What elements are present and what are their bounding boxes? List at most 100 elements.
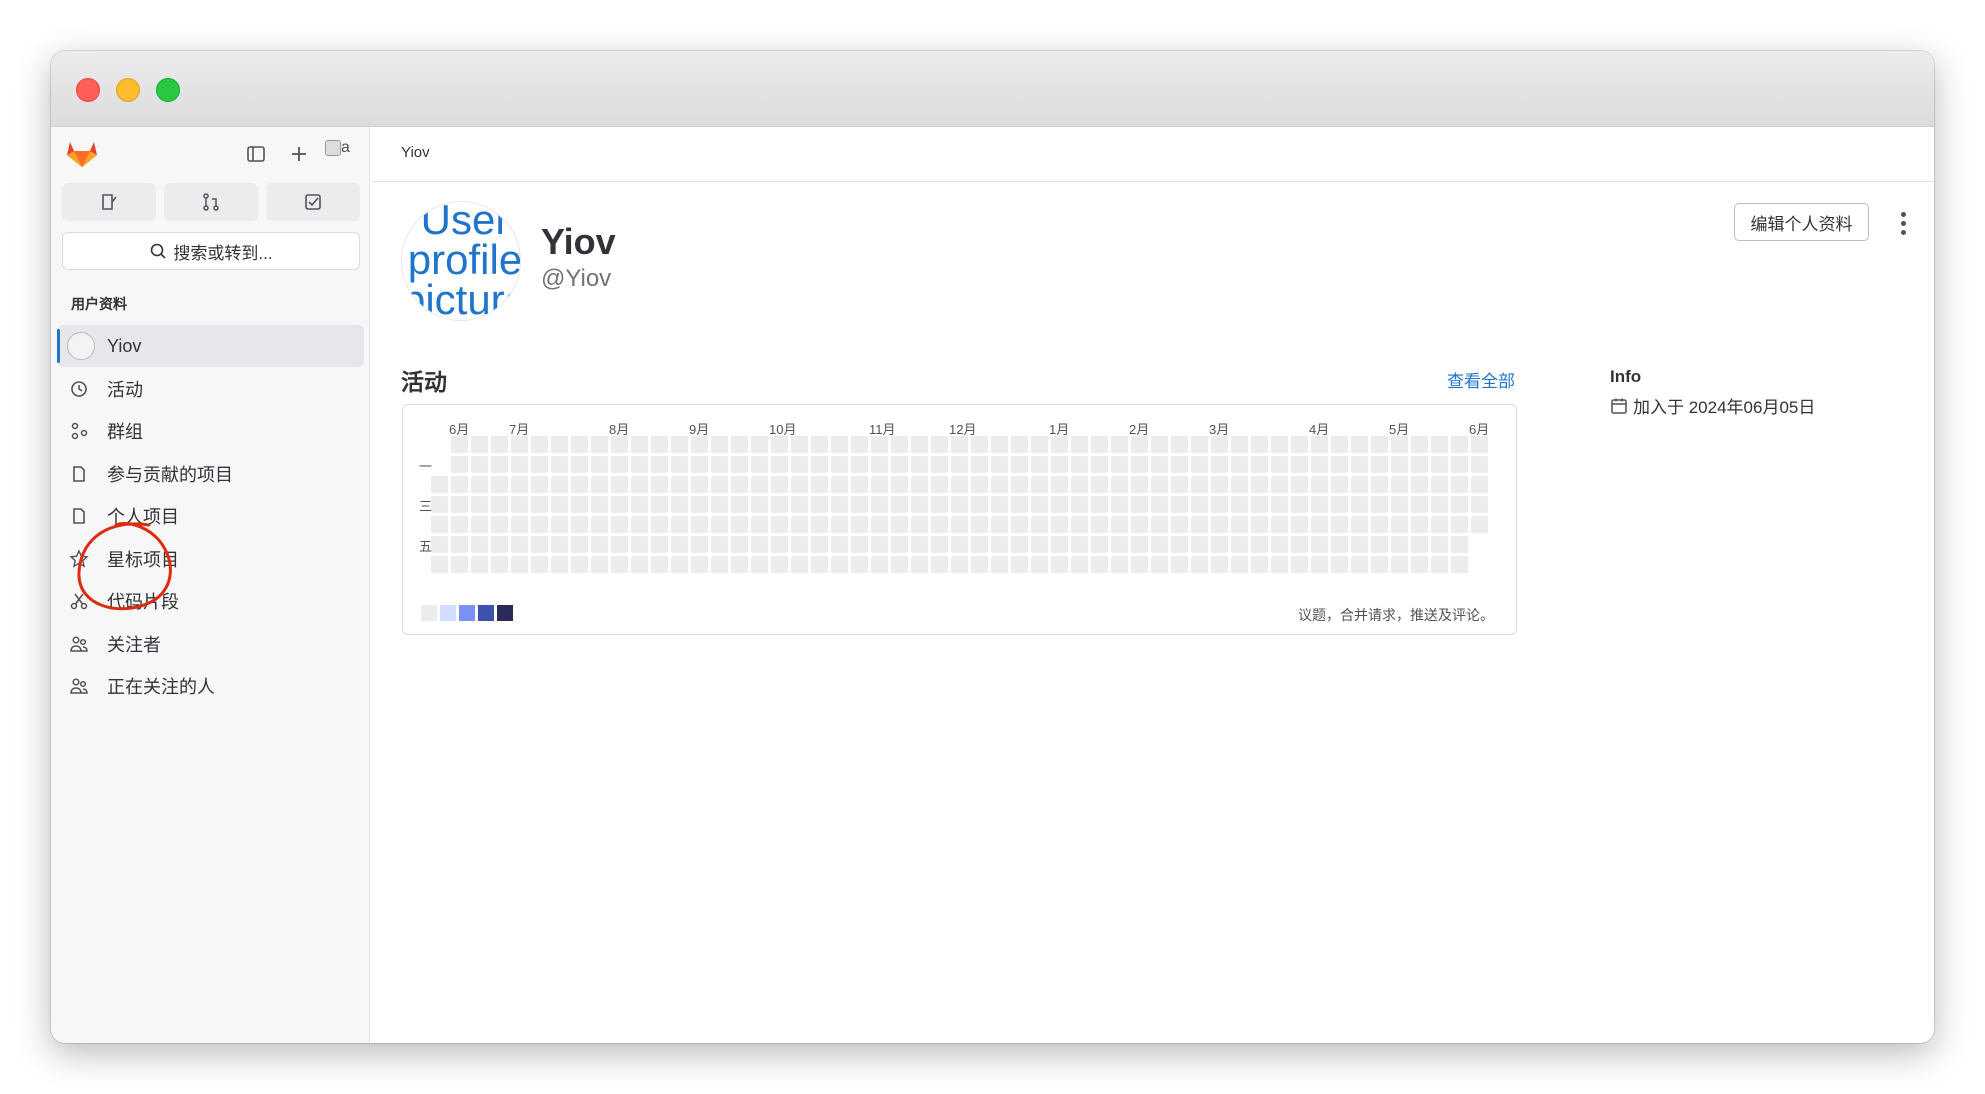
calendar-day-cell[interactable] [611,436,628,453]
calendar-day-cell[interactable] [451,536,468,553]
calendar-day-cell[interactable] [991,476,1008,493]
calendar-day-cell[interactable] [1091,496,1108,513]
calendar-day-cell[interactable] [1271,536,1288,553]
calendar-day-cell[interactable] [1191,496,1208,513]
calendar-day-cell[interactable] [1311,516,1328,533]
calendar-day-cell[interactable] [1051,476,1068,493]
calendar-day-cell[interactable] [1431,496,1448,513]
calendar-day-cell[interactable] [931,456,948,473]
issues-button[interactable] [62,183,156,221]
calendar-day-cell[interactable] [691,496,708,513]
calendar-day-cell[interactable] [971,536,988,553]
calendar-day-cell[interactable] [1071,516,1088,533]
calendar-day-cell[interactable] [591,536,608,553]
calendar-day-cell[interactable] [451,496,468,513]
calendar-day-cell[interactable] [571,556,588,573]
calendar-day-cell[interactable] [471,476,488,493]
calendar-day-cell[interactable] [651,436,668,453]
calendar-day-cell[interactable] [1251,496,1268,513]
calendar-day-cell[interactable] [851,496,868,513]
calendar-day-cell[interactable] [431,496,448,513]
calendar-day-cell[interactable] [1011,496,1028,513]
calendar-day-cell[interactable] [1451,436,1468,453]
calendar-day-cell[interactable] [451,516,468,533]
calendar-day-cell[interactable] [491,496,508,513]
calendar-day-cell[interactable] [791,516,808,533]
calendar-day-cell[interactable] [511,516,528,533]
calendar-day-cell[interactable] [691,456,708,473]
calendar-day-cell[interactable] [631,556,648,573]
calendar-day-cell[interactable] [1231,536,1248,553]
calendar-day-cell[interactable] [791,536,808,553]
calendar-day-cell[interactable] [1031,456,1048,473]
sidebar-item-following[interactable]: 正在关注的人 [57,665,364,707]
calendar-day-cell[interactable] [1071,436,1088,453]
calendar-day-cell[interactable] [951,556,968,573]
calendar-day-cell[interactable] [591,436,608,453]
calendar-day-cell[interactable] [1391,516,1408,533]
calendar-day-cell[interactable] [631,456,648,473]
calendar-day-cell[interactable] [1151,496,1168,513]
calendar-day-cell[interactable] [611,536,628,553]
calendar-day-cell[interactable] [531,556,548,573]
calendar-day-cell[interactable] [1211,536,1228,553]
calendar-day-cell[interactable] [611,456,628,473]
calendar-day-cell[interactable] [771,496,788,513]
calendar-day-cell[interactable] [491,456,508,473]
calendar-day-cell[interactable] [551,456,568,473]
calendar-day-cell[interactable] [1071,476,1088,493]
gitlab-logo-icon[interactable] [65,137,99,169]
calendar-day-cell[interactable] [1191,476,1208,493]
calendar-day-cell[interactable] [1391,496,1408,513]
calendar-day-cell[interactable] [1291,516,1308,533]
calendar-day-cell[interactable] [431,476,448,493]
calendar-day-cell[interactable] [1431,476,1448,493]
calendar-day-cell[interactable] [571,436,588,453]
calendar-day-cell[interactable] [1031,556,1048,573]
more-actions-icon[interactable] [1891,209,1915,237]
calendar-day-cell[interactable] [1331,496,1348,513]
calendar-day-cell[interactable] [1111,516,1128,533]
calendar-day-cell[interactable] [1371,536,1388,553]
calendar-day-cell[interactable] [611,476,628,493]
calendar-day-cell[interactable] [771,476,788,493]
calendar-day-cell[interactable] [851,556,868,573]
calendar-day-cell[interactable] [711,556,728,573]
calendar-day-cell[interactable] [1151,556,1168,573]
minimize-window-button[interactable] [116,78,140,102]
calendar-day-cell[interactable] [651,536,668,553]
calendar-day-cell[interactable] [1031,476,1048,493]
calendar-day-cell[interactable] [1471,476,1488,493]
calendar-day-cell[interactable] [1091,476,1108,493]
calendar-day-cell[interactable] [1131,476,1148,493]
calendar-day-cell[interactable] [811,536,828,553]
calendar-day-cell[interactable] [1331,536,1348,553]
calendar-day-cell[interactable] [731,536,748,553]
calendar-day-cell[interactable] [1171,536,1188,553]
calendar-day-cell[interactable] [951,456,968,473]
calendar-day-cell[interactable] [1091,456,1108,473]
calendar-day-cell[interactable] [611,496,628,513]
calendar-day-cell[interactable] [1271,516,1288,533]
calendar-day-cell[interactable] [1111,476,1128,493]
calendar-day-cell[interactable] [1391,476,1408,493]
calendar-day-cell[interactable] [1371,456,1388,473]
calendar-day-cell[interactable] [1311,556,1328,573]
calendar-day-cell[interactable] [471,436,488,453]
calendar-day-cell[interactable] [731,456,748,473]
calendar-day-cell[interactable] [751,436,768,453]
calendar-day-cell[interactable] [1051,536,1068,553]
calendar-day-cell[interactable] [971,516,988,533]
calendar-day-cell[interactable] [1131,436,1148,453]
calendar-day-cell[interactable] [1111,556,1128,573]
sidebar-item-overview[interactable]: Yiov [57,325,364,367]
calendar-day-cell[interactable] [1171,556,1188,573]
calendar-day-cell[interactable] [1311,536,1328,553]
calendar-day-cell[interactable] [551,476,568,493]
calendar-day-cell[interactable] [471,496,488,513]
calendar-day-cell[interactable] [871,496,888,513]
calendar-day-cell[interactable] [1471,496,1488,513]
calendar-day-cell[interactable] [1271,496,1288,513]
calendar-day-cell[interactable] [751,496,768,513]
calendar-day-cell[interactable] [1211,516,1228,533]
